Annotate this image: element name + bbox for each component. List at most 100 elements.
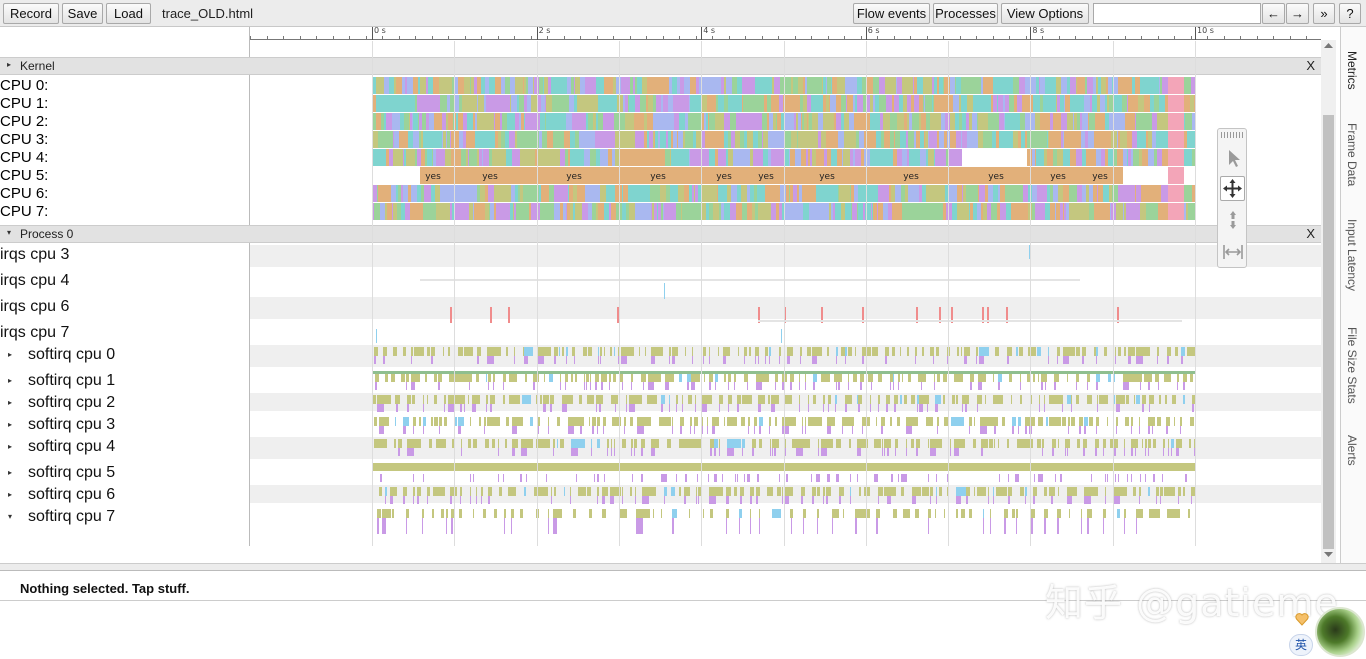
softirq-slice[interactable] [728,382,729,390]
softirq-slice[interactable] [589,417,590,426]
softirq-slice[interactable] [887,439,891,448]
softirq-slice[interactable] [1156,496,1157,504]
softirq-slice[interactable] [423,395,424,404]
softirq-slice[interactable] [907,347,909,356]
softirq-slice[interactable] [1152,417,1155,426]
softirq-slice[interactable] [1034,474,1035,482]
softirq-slice[interactable] [1174,417,1175,426]
softirq-slice[interactable] [857,395,858,404]
softirq-slice[interactable] [1099,395,1108,404]
softirq-slice[interactable] [1071,395,1072,404]
softirq-slice[interactable] [769,356,770,364]
softirq-slice[interactable] [739,518,740,534]
softirq-slice[interactable] [1004,509,1008,518]
softirq-slice[interactable] [1152,395,1154,404]
softirq-slice[interactable] [930,496,931,504]
softirq-slice[interactable] [1159,395,1161,404]
softirq-slice[interactable] [626,395,627,404]
softirq-slice[interactable] [720,395,723,404]
softirq-slice[interactable] [741,417,745,426]
softirq-slice[interactable] [1033,373,1035,382]
softirq-slice[interactable] [509,373,517,382]
softirq-slice[interactable] [508,487,516,496]
softirq-slice[interactable] [533,382,535,390]
softirq-slice[interactable] [549,373,553,382]
softirq-slice[interactable] [951,417,964,426]
softirq-slice[interactable] [993,487,994,496]
softirq-slice[interactable] [835,404,836,412]
softirq-slice[interactable] [921,373,922,382]
softirq-slice[interactable] [522,395,531,404]
softirq-slice[interactable] [1114,496,1120,504]
softirq-slice[interactable] [611,439,612,448]
softirq-slice[interactable] [786,474,788,482]
softirq-slice[interactable] [1125,417,1129,426]
softirq-slice[interactable] [574,356,575,364]
softirq-slice[interactable] [413,474,414,482]
softirq-slice[interactable] [917,395,919,404]
softirq-slice[interactable] [634,448,635,456]
softirq-slice[interactable] [950,448,951,456]
softirq-slice[interactable] [484,426,485,434]
softirq-slice[interactable] [520,474,522,482]
softirq-slice[interactable] [980,395,982,404]
softirq-slice[interactable] [1115,356,1116,364]
softirq-slice[interactable] [900,395,902,404]
softirq-slice[interactable] [1190,439,1191,448]
softirq-slice[interactable] [375,382,377,390]
softirq-slice[interactable] [878,404,879,412]
softirq-slice[interactable] [694,417,697,426]
selection-mode-icon[interactable] [1222,147,1244,169]
softirq-slice[interactable] [777,487,781,496]
softirq-slice[interactable] [719,439,720,448]
softirq-slice[interactable] [483,509,486,518]
softirq-slice[interactable] [607,439,609,448]
softirq-slice[interactable] [553,518,557,534]
softirq-slice[interactable] [841,347,842,356]
softirq-slice[interactable] [390,496,393,504]
softirq-slice[interactable] [805,373,806,382]
softirq-slice[interactable] [543,404,546,412]
softirq-slice[interactable] [635,496,636,504]
softirq-slice[interactable] [385,487,387,496]
softirq-slice[interactable] [709,356,710,364]
softirq-slice[interactable] [396,395,400,404]
softirq-slice[interactable] [1079,417,1083,426]
softirq-slice[interactable] [707,426,708,434]
softirq-slice[interactable] [653,395,657,404]
softirq-slice[interactable] [728,373,731,382]
softirq-slice[interactable] [759,417,763,426]
softirq-slice[interactable] [994,439,995,448]
softirq-slice[interactable] [912,496,916,504]
softirq-slice[interactable] [1114,439,1118,448]
softirq-slice[interactable] [637,426,644,434]
softirq-slice[interactable] [506,347,508,356]
softirq-slice[interactable] [562,395,573,404]
softirq-slice[interactable] [680,417,684,426]
softirq-slice[interactable] [943,395,945,404]
softirq-slice[interactable] [470,417,471,426]
softirq-slice[interactable] [724,417,725,426]
softirq-slice[interactable] [1107,474,1108,482]
softirq-slice[interactable] [771,404,775,412]
softirq-slice[interactable] [512,426,517,434]
softirq-slice[interactable] [419,417,421,426]
softirq-slice[interactable] [679,487,681,496]
softirq-slice[interactable] [818,448,819,456]
softirq-slice[interactable] [714,439,718,448]
softirq-slice[interactable] [884,448,885,456]
softirq-slice[interactable] [808,417,822,426]
softirq-slice[interactable] [772,439,774,448]
softirq-slice[interactable] [1049,417,1061,426]
softirq-slice[interactable] [464,395,465,404]
softirq-slice[interactable] [709,382,711,390]
softirq-slice[interactable] [469,373,472,382]
tab-file-size-stats[interactable]: File Size Stats [1345,327,1359,404]
softirq-slice[interactable] [487,347,501,356]
softirq-slice[interactable] [562,347,564,356]
softirq-slice[interactable] [1148,373,1152,382]
softirq-slice[interactable] [1012,509,1015,518]
softirq-slice[interactable] [870,404,871,412]
softirq-slice[interactable] [758,395,765,404]
softirq-slice[interactable] [785,448,786,456]
